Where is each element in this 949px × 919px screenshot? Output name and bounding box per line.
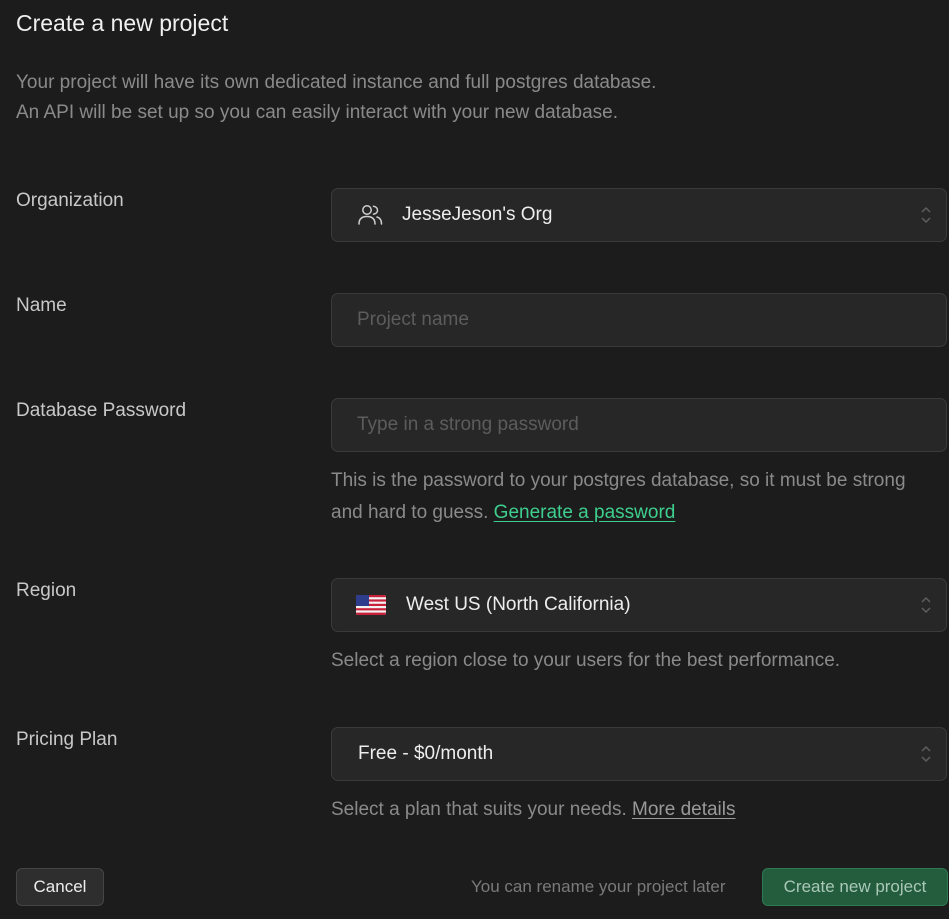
region-help: Select a region close to your users for …: [331, 650, 841, 671]
cancel-button[interactable]: Cancel: [16, 868, 104, 906]
rename-note: You can rename your project later: [471, 877, 726, 896]
page-title: Create a new project: [16, 10, 229, 36]
pricing-label: Pricing Plan: [16, 729, 118, 750]
project-name-input[interactable]: [332, 294, 946, 346]
pricing-help-text: Select a plan that suits your needs.: [331, 799, 627, 820]
region-value: West US (North California): [406, 594, 631, 615]
chevron-up-down-icon: [921, 745, 931, 763]
project-name-field-wrapper: [331, 293, 947, 347]
pricing-select[interactable]: Free - $0/month: [331, 727, 947, 781]
organization-label: Organization: [16, 190, 124, 211]
more-details-link[interactable]: More details: [632, 799, 736, 820]
users-icon: [358, 205, 383, 225]
intro-text: Your project will have its own dedicated…: [16, 68, 656, 128]
create-project-button[interactable]: Create new project: [762, 868, 948, 906]
organization-select[interactable]: JesseJeson's Org: [331, 188, 947, 242]
password-label: Database Password: [16, 400, 187, 421]
name-label: Name: [16, 295, 67, 316]
intro-line-1: Your project will have its own dedicated…: [16, 72, 657, 93]
organization-value: JesseJeson's Org: [402, 204, 553, 225]
chevron-up-down-icon: [921, 206, 931, 224]
password-help: This is the password to your postgres da…: [331, 465, 931, 529]
us-flag-icon: [356, 595, 386, 615]
password-field-wrapper: [331, 398, 947, 452]
pricing-help: Select a plan that suits your needs. Mor…: [331, 794, 931, 826]
password-input[interactable]: [332, 399, 946, 451]
chevron-up-down-icon: [921, 596, 931, 614]
pricing-value: Free - $0/month: [358, 743, 494, 764]
region-select[interactable]: West US (North California): [331, 578, 947, 632]
intro-line-2: An API will be set up so you can easily …: [16, 102, 618, 123]
create-project-form: Create a new project Your project will h…: [0, 0, 949, 919]
region-label: Region: [16, 580, 77, 601]
generate-password-link[interactable]: Generate a password: [494, 502, 676, 523]
